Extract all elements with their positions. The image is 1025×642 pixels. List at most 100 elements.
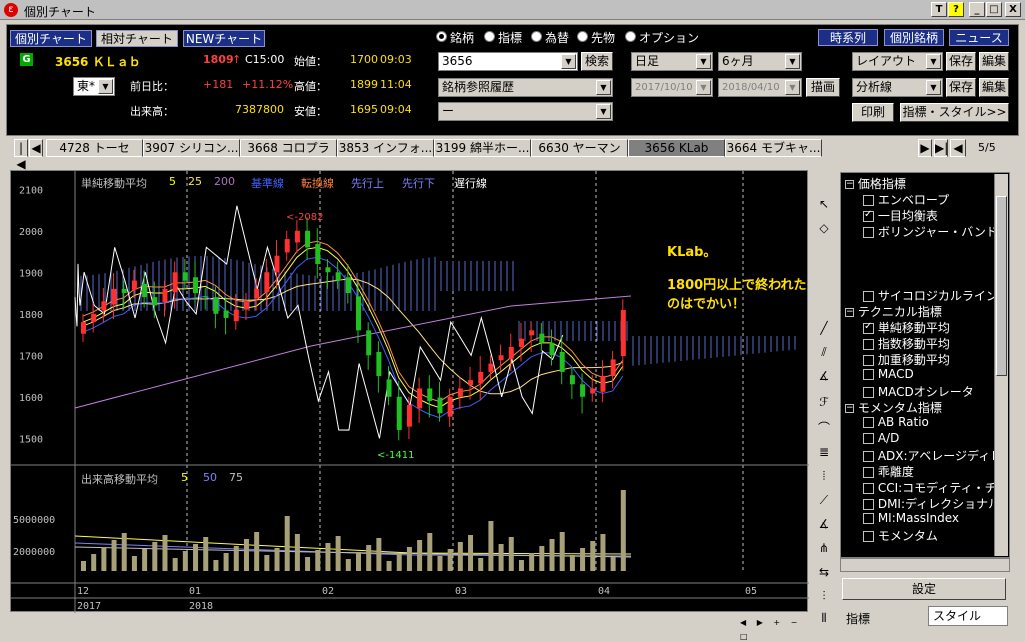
radio-stock[interactable] [436, 31, 447, 42]
tab-first-icon[interactable]: |◀ [14, 139, 28, 171]
tab-stock-4[interactable]: 3199 綿半ホー... [434, 139, 531, 157]
tab-back-icon[interactable]: ◀ [950, 139, 966, 157]
date-to-combo[interactable]: 2018/04/10 ▼ [718, 78, 802, 97]
tab-stock-1[interactable]: 3907 シリコン... [143, 139, 240, 157]
radio-options[interactable] [625, 31, 636, 42]
radio-index[interactable] [484, 31, 495, 42]
tree-item-14[interactable]: ADX:アベレージディレ [863, 447, 1002, 463]
tree-item-8[interactable]: 加重移動平均 [863, 351, 950, 367]
checkbox[interactable] [863, 291, 874, 302]
tree-scroll-thumb[interactable] [996, 196, 1007, 376]
search-button[interactable]: 検索 [581, 52, 613, 71]
tree-group-5[interactable]: − テクニカル指標 [845, 303, 942, 319]
tab-style[interactable]: スタイル [928, 606, 1008, 626]
trendline-icon[interactable]: ╱ [814, 318, 834, 338]
tab-stock-0[interactable]: 4728 トーセ [46, 139, 143, 157]
close-button[interactable]: X [1005, 2, 1021, 17]
cycle-icon[interactable]: ⫶ [814, 586, 834, 606]
tab-last-icon[interactable]: ▶| [934, 139, 948, 157]
nav-individual-chart[interactable]: 個別チャート [10, 30, 92, 47]
tab-stock-6[interactable]: 3656 KLab [628, 139, 725, 157]
history-combo[interactable]: 銘柄参照履歴 ▼ [438, 78, 613, 97]
tab-stock-3[interactable]: 3853 インフォ... [337, 139, 434, 157]
help-button[interactable]: ? [948, 2, 964, 17]
checkbox[interactable] [863, 513, 874, 524]
fib-time-icon[interactable]: ⦙ [814, 466, 834, 486]
grid-lines-icon[interactable]: ≣ [814, 442, 834, 462]
tree-item-19[interactable]: モメンタム [863, 527, 938, 543]
settings-button[interactable]: 設定 [842, 578, 1006, 600]
nav-new-chart[interactable]: NEWチャート [183, 30, 265, 47]
checkbox[interactable] [863, 227, 874, 238]
pitchfork-icon[interactable]: ⋔ [814, 538, 834, 558]
tree-item-9[interactable]: MACD [863, 367, 914, 383]
analysis-save-button[interactable]: 保存 [946, 78, 976, 97]
collapse-icon[interactable]: − [845, 180, 854, 189]
tree-scrollbar[interactable] [994, 174, 1008, 556]
checkbox[interactable] [863, 467, 874, 478]
stock-info-button[interactable]: 個別銘柄 [884, 29, 944, 46]
checkbox[interactable] [863, 339, 874, 350]
timeseries-button[interactable]: 時系列 [818, 29, 878, 46]
tab-next-icon[interactable]: ▶ [918, 139, 932, 157]
checkbox[interactable] [863, 321, 874, 334]
checkbox[interactable] [863, 369, 874, 380]
speed-line-icon[interactable]: ⟋ [814, 490, 834, 510]
price-chart[interactable]: 2100 2000 1900 1800 1700 1600 1500 12 01 02 03 04 05… [10, 170, 809, 613]
tree-item-3[interactable]: ボリンジャー・バンド [863, 223, 998, 239]
tree-item-15[interactable]: 乖離度 [863, 463, 914, 479]
analysis-combo[interactable]: 分析線 ▼ [852, 78, 943, 97]
tree-item-12[interactable]: AB Ratio [863, 415, 929, 431]
tab-stock-7[interactable]: 3664 モブキャ... [725, 139, 822, 157]
tree-item-1[interactable]: エンベロープ [863, 191, 949, 207]
fan-icon[interactable]: ∡ [814, 366, 834, 386]
checkbox[interactable] [863, 209, 874, 222]
layout-save-button[interactable]: 保存 [946, 52, 976, 71]
tree-item-13[interactable]: A/D [863, 431, 899, 447]
analysis-edit-button[interactable]: 編集 [979, 78, 1009, 97]
chart-scrollbar[interactable]: ◀ ▶ + − □ [740, 614, 808, 641]
arc-icon[interactable]: ⌒ [814, 418, 834, 438]
checkbox[interactable] [863, 417, 874, 428]
tab-indicator[interactable]: 指標 [846, 610, 870, 627]
code-combo[interactable]: 3656 ▼ [438, 52, 578, 71]
collapse-icon[interactable]: − [845, 308, 854, 317]
tree-group-0[interactable]: − 価格指標 [845, 175, 906, 191]
news-button[interactable]: ニュース [949, 29, 1009, 46]
draw-button[interactable]: 描画 [806, 78, 840, 97]
indicator-style-button[interactable]: 指標・スタイル>> [900, 103, 1009, 122]
checkbox[interactable] [863, 451, 874, 462]
tree-item-16[interactable]: CCI:コモディティ・チャ [863, 479, 1009, 495]
fibonacci-icon[interactable]: ℱ [814, 392, 834, 412]
minimize-button[interactable]: _ [969, 2, 985, 17]
radio-futures[interactable] [577, 31, 588, 42]
tab-stock-5[interactable]: 6630 ヤーマン [531, 139, 628, 157]
tree-group-11[interactable]: − モメンタム指標 [845, 399, 942, 415]
print-button[interactable]: 印刷 [852, 103, 894, 122]
checkbox[interactable] [863, 195, 874, 206]
tree-item-17[interactable]: DMI:ディレクショナル [863, 495, 1000, 511]
regression-icon[interactable]: ⇆ [814, 562, 834, 582]
layout-combo[interactable]: レイアウト ▼ [852, 52, 943, 71]
third-combo[interactable]: ー ▼ [438, 102, 613, 121]
collapse-icon[interactable]: − [845, 404, 854, 413]
range-combo[interactable]: 6ヶ月 ▼ [718, 52, 802, 71]
layout-edit-button[interactable]: 編集 [979, 52, 1009, 71]
eraser-icon[interactable]: ◇ [814, 218, 834, 238]
tree-item-10[interactable]: MACDオシレータ [863, 383, 974, 399]
checkbox[interactable] [863, 531, 874, 542]
checkbox[interactable] [863, 499, 874, 510]
tree-item-4[interactable]: サイコロジカルライン [863, 287, 998, 303]
text-mode-button[interactable]: T [931, 2, 947, 17]
maximize-button[interactable]: □ [986, 2, 1002, 17]
date-from-combo[interactable]: 2017/10/10 ▼ [631, 78, 713, 97]
tab-stock-2[interactable]: 3668 コロプラ [240, 139, 337, 157]
radio-fx[interactable] [531, 31, 542, 42]
checkbox[interactable] [863, 483, 874, 494]
checkbox[interactable] [863, 387, 874, 398]
vertical-lines-icon[interactable]: ⦀ [814, 608, 834, 628]
market-select[interactable]: 東* ▼ [73, 77, 115, 96]
tree-hscrollbar[interactable] [840, 558, 1010, 572]
tree-item-18[interactable]: MI:MassIndex [863, 511, 959, 527]
interval-combo[interactable]: 日足 ▼ [631, 52, 713, 71]
